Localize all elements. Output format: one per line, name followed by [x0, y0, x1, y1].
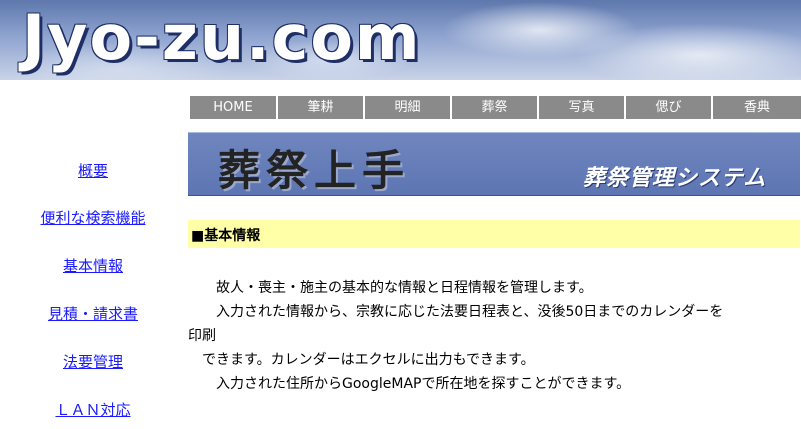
sidebar-link-memorial-management[interactable]: 法要管理: [0, 351, 186, 372]
banner-subtitle: 葬祭管理システム: [583, 166, 767, 191]
nav-item-shinobi[interactable]: 偲び: [626, 96, 713, 119]
nav-item-meisai[interactable]: 明細: [365, 96, 452, 119]
content-line: 入力された住所からGoogleMAPで所在地を探すことができます。: [188, 376, 631, 392]
content-line: 故人・喪主・施主の基本的な情報と日程情報を管理します。: [188, 280, 593, 296]
nav-item-photo[interactable]: 写真: [539, 96, 626, 119]
sidebar-link-estimate-invoice[interactable]: 見積・請求書: [0, 303, 186, 324]
top-nav: HOME 筆耕 明細 葬祭 写真 偲び 香典: [190, 96, 801, 119]
content-body: 故人・喪主・施主の基本的な情報と日程情報を管理します。 入力された情報から、宗教…: [188, 276, 800, 396]
content-line: できます。カレンダーはエクセルに出力もできます。: [188, 352, 535, 368]
sidebar-link-basic-info[interactable]: 基本情報: [0, 255, 186, 276]
section-header: ■基本情報: [188, 220, 800, 248]
content-line: 入力された情報から、宗教に応じた法要日程表と、没後50日までのカレンダーを: [188, 304, 724, 320]
sidebar: 概要 便利な検索機能 基本情報 見積・請求書 法要管理 ＬＡＮ対応: [0, 80, 186, 429]
product-banner: 葬祭上手 葬祭管理システム: [188, 132, 800, 196]
site-header: Jyo-zu.com: [0, 0, 801, 80]
nav-item-hikko[interactable]: 筆耕: [278, 96, 365, 119]
sidebar-link-search[interactable]: 便利な検索機能: [0, 207, 186, 228]
section-title: ■基本情報: [191, 228, 261, 244]
nav-item-home[interactable]: HOME: [190, 96, 278, 119]
nav-item-sousai[interactable]: 葬祭: [452, 96, 539, 119]
site-logo[interactable]: Jyo-zu.com: [22, 2, 422, 74]
content-line: 印刷: [188, 328, 216, 344]
banner-title: 葬祭上手: [218, 146, 411, 195]
sidebar-link-lan[interactable]: ＬＡＮ対応: [0, 399, 186, 420]
sidebar-link-overview[interactable]: 概要: [0, 160, 186, 181]
nav-item-kouden[interactable]: 香典: [713, 96, 801, 119]
